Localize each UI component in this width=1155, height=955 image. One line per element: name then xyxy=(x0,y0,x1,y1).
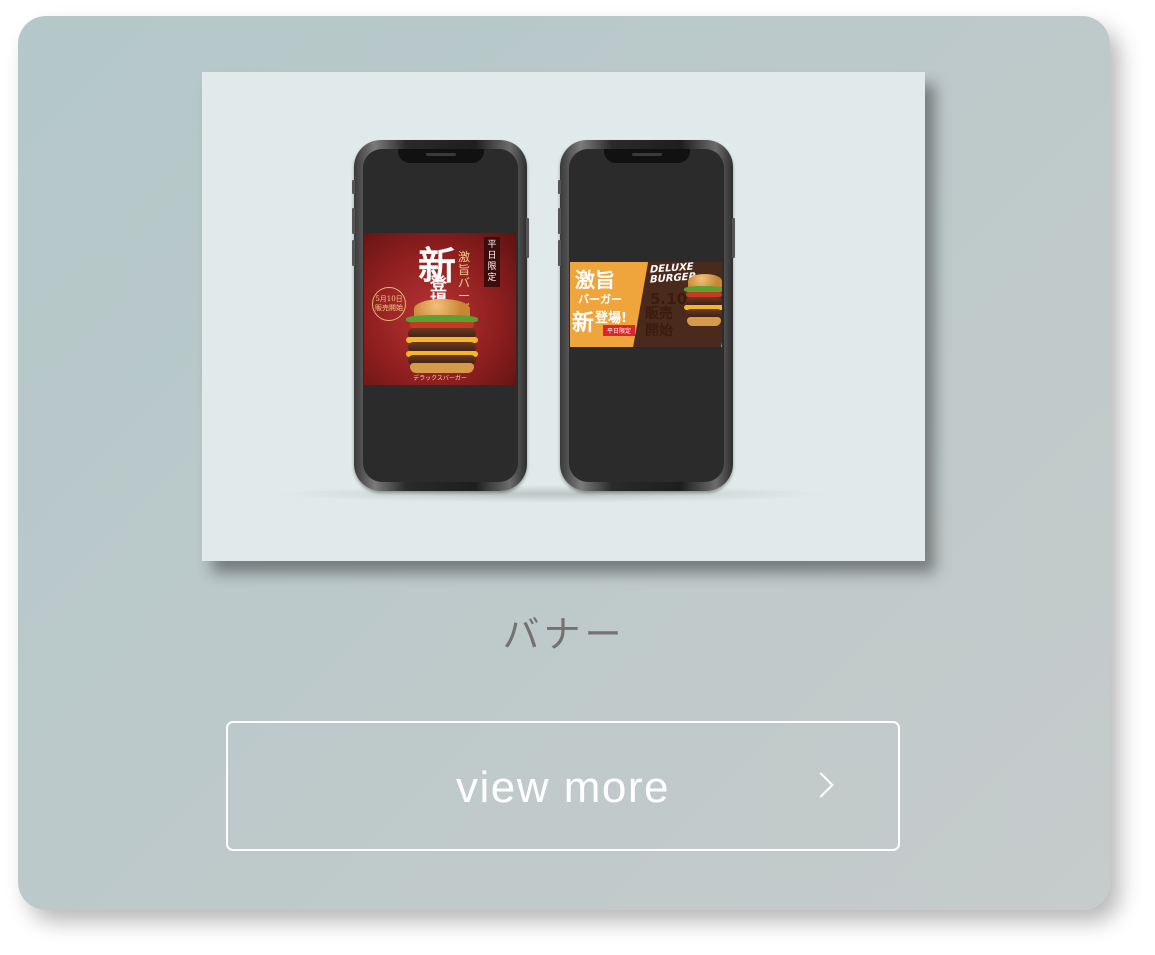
release-date: 5月10日 xyxy=(375,295,403,303)
release-date-seal: 5月10日 販売開始 xyxy=(372,287,406,321)
weekday-limited-badge: 平日限定 xyxy=(484,237,500,287)
category-title: バナー xyxy=(502,613,626,656)
burger-illustration-2 xyxy=(684,274,722,344)
portfolio-card: 平日限定 新 激旨バーガ 登場 5月10日 販売開始 xyxy=(18,16,1110,910)
phone-left-screen: 平日限定 新 激旨バーガ 登場 5月10日 販売開始 xyxy=(363,149,518,482)
phone-left: 平日限定 新 激旨バーガ 登場 5月10日 販売開始 xyxy=(352,140,529,491)
product-name: デラックスバーガー xyxy=(413,375,467,382)
wide-banner-sell: 販売開始 xyxy=(645,306,673,339)
mockup-floor-shadow xyxy=(272,485,832,503)
phone-right: 激旨 バーガー 新 登場! 平日限定 DELUXE BURGER 5.10 販売… xyxy=(558,140,735,491)
view-more-button[interactable]: view more xyxy=(226,721,900,851)
wide-banner-new: 新 xyxy=(572,311,595,336)
release-label: 販売開始 xyxy=(375,304,403,312)
square-banner: 平日限定 新 激旨バーガ 登場 5月10日 販売開始 xyxy=(364,233,516,385)
wide-banner: 激旨 バーガー 新 登場! 平日限定 DELUXE BURGER 5.10 販売… xyxy=(570,262,722,347)
wide-banner-headline: 激旨 xyxy=(575,268,615,292)
burger-illustration xyxy=(402,299,482,375)
wide-banner-arrival: 登場! xyxy=(595,311,627,326)
phone-right-screen: 激旨 バーガー 新 登場! 平日限定 DELUXE BURGER 5.10 販売… xyxy=(569,149,724,482)
phone-mockup-image: 平日限定 新 激旨バーガ 登場 5月10日 販売開始 xyxy=(202,72,925,561)
wide-banner-tag: 平日限定 xyxy=(603,325,636,336)
view-more-label: view more xyxy=(456,763,670,812)
